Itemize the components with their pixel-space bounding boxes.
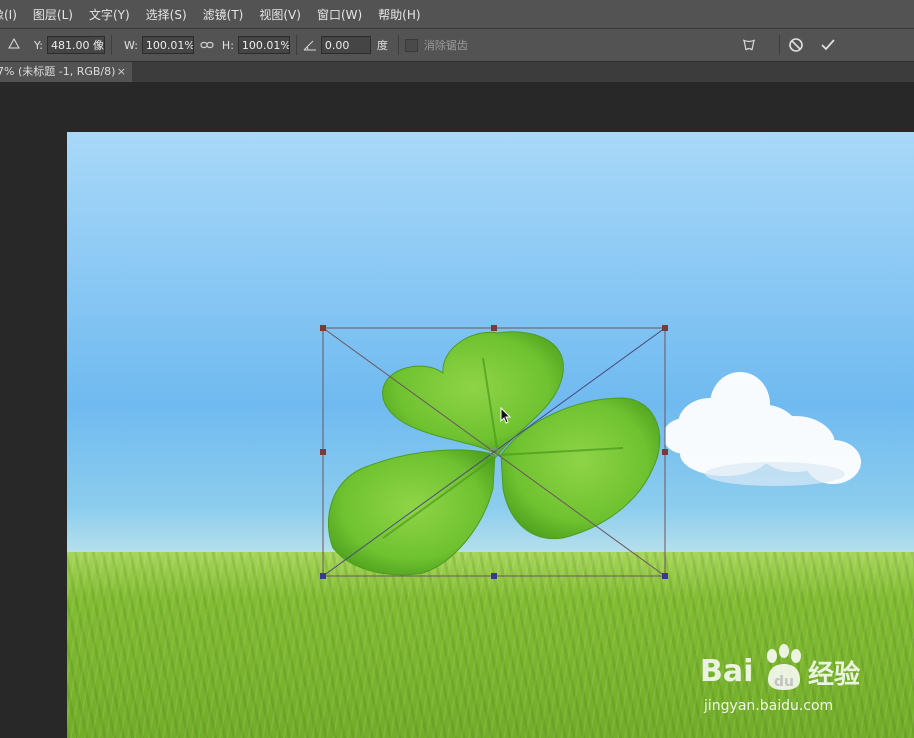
document-canvas[interactable]: Bai du 经验 jingyan.baidu.com (67, 132, 914, 738)
mouse-cursor-icon (500, 407, 512, 424)
document-tab-title: 7% (未标题 -1, RGB/8) (0, 65, 116, 78)
menu-select[interactable]: 选择(S) (146, 6, 187, 23)
svg-text:du: du (774, 674, 794, 690)
baidu-watermark: Bai du 经验 jingyan.baidu.com (700, 640, 880, 720)
menu-window[interactable]: 窗口(W) (317, 6, 362, 23)
document-tab-bar: 7% (未标题 -1, RGB/8) × (0, 62, 914, 82)
options-bar: Y: 481.00 像素 W: 100.01% H: 100.01% 0.00 … (0, 29, 914, 62)
menu-filter[interactable]: 滤镜(T) (203, 6, 244, 23)
menu-type[interactable]: 文字(Y) (89, 6, 130, 23)
menu-image[interactable]: 像(I) (0, 6, 17, 23)
transform-bounding-box[interactable] (317, 323, 673, 581)
menu-help[interactable]: 帮助(H) (378, 6, 420, 23)
width-field[interactable]: 100.01% (141, 36, 194, 54)
height-field[interactable]: 100.01% (237, 36, 290, 54)
h-label: H: (221, 38, 234, 52)
cancel-transform-icon[interactable] (786, 35, 806, 55)
divider (295, 35, 297, 55)
paw-icon: du (767, 644, 801, 690)
angle-icon (303, 39, 317, 51)
document-tab[interactable]: 7% (未标题 -1, RGB/8) × (0, 62, 132, 82)
menu-bar: 像(I) 图层(L) 文字(Y) 选择(S) 滤镜(T) 视图(V) 窗口(W)… (0, 0, 914, 29)
warp-icon[interactable] (739, 35, 759, 55)
antialias-checkbox[interactable] (404, 38, 418, 52)
divider (397, 35, 399, 55)
delta-icon[interactable] (8, 37, 22, 52)
angle-field[interactable]: 0.00 (320, 36, 371, 54)
menu-view[interactable]: 视图(V) (259, 6, 301, 23)
commit-transform-icon[interactable] (818, 35, 838, 55)
watermark-brand: Bai (700, 654, 754, 689)
divider (110, 35, 112, 55)
cloud-image (665, 372, 861, 486)
watermark-url: jingyan.baidu.com (704, 698, 834, 714)
w-label: W: (123, 38, 138, 52)
angle-unit: 度 (376, 39, 388, 52)
close-icon[interactable]: × (117, 62, 126, 82)
link-icon[interactable] (200, 40, 214, 50)
antialias-label: 消除锯齿 (423, 39, 468, 52)
y-label: Y: (34, 38, 43, 52)
watermark-brand-cn: 经验 (808, 660, 861, 690)
divider (779, 35, 780, 55)
menu-layer[interactable]: 图层(L) (33, 6, 73, 23)
y-field[interactable]: 481.00 像素 (46, 36, 105, 54)
